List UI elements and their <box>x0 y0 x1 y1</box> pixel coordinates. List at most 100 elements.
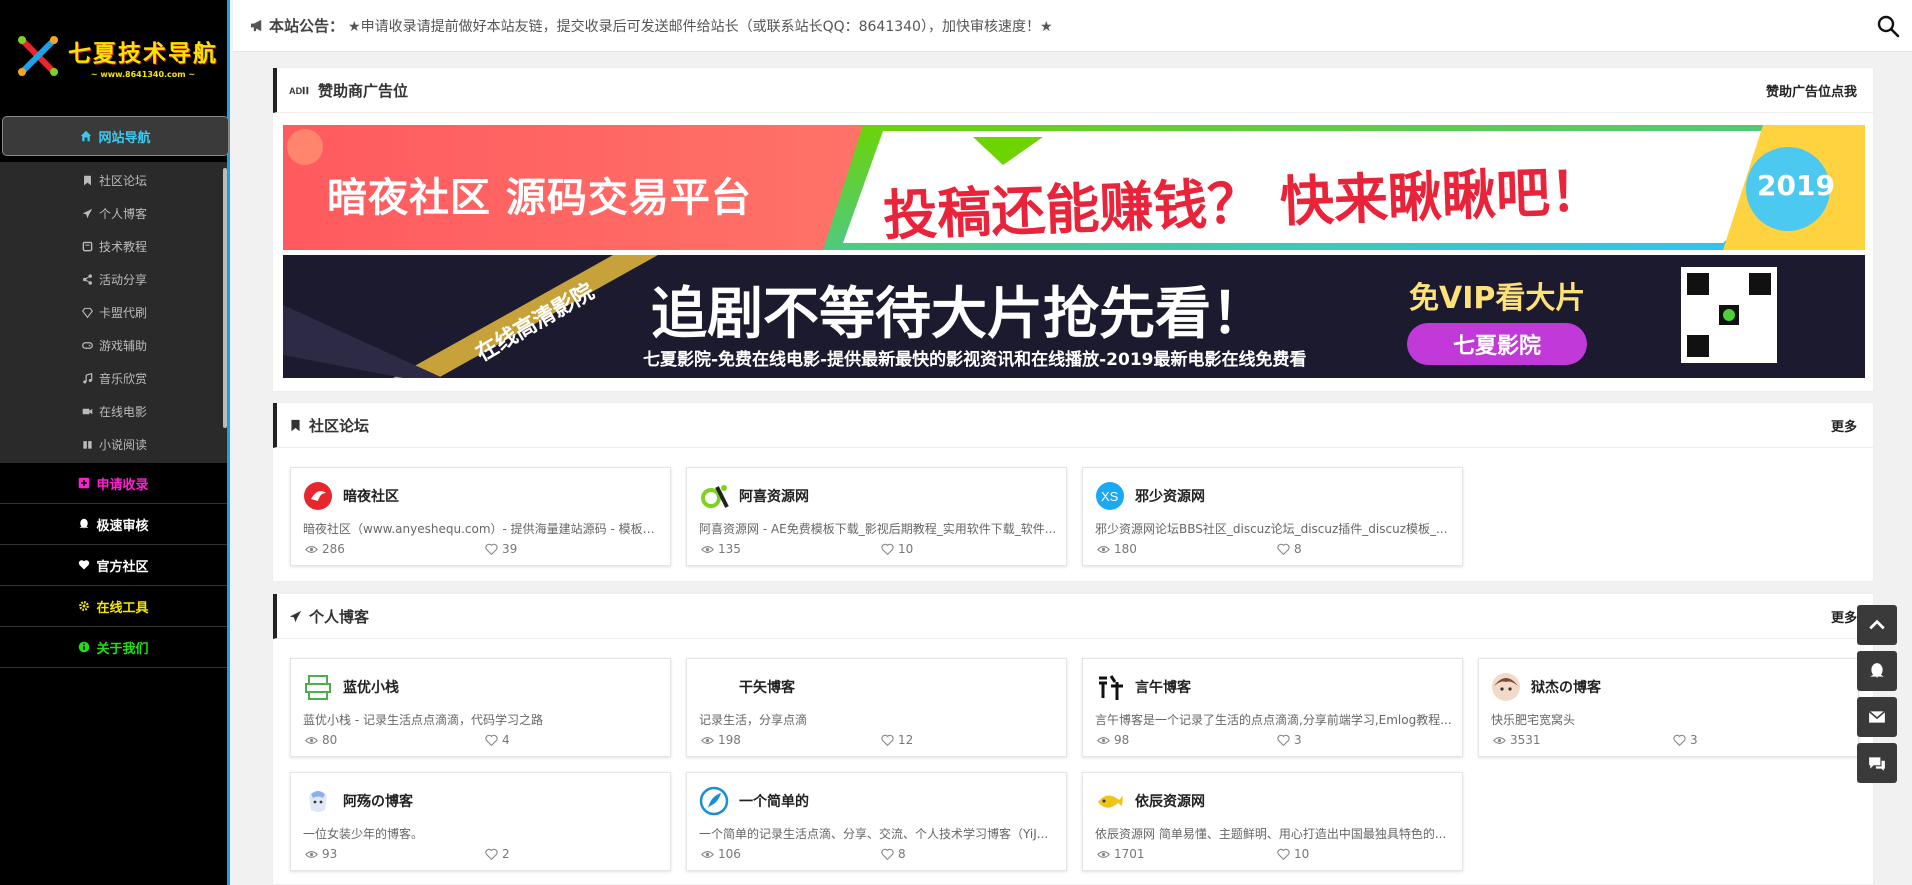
eye-icon <box>305 850 318 858</box>
heart-icon <box>79 560 90 570</box>
menu-about-us[interactable]: 关于我们 <box>0 627 227 668</box>
site-card[interactable]: 狱杰の博客 快乐肥宅宽窝头 3531 3 <box>1478 658 1859 757</box>
bookmark-icon <box>291 419 300 431</box>
notice-label: 本站公告： <box>269 17 345 35</box>
site-card[interactable]: 干矢博客 记录生活，分享点滴 198 12 <box>686 658 1067 757</box>
heart-icon <box>1277 734 1290 746</box>
card-title: 言午博客 <box>1135 680 1191 696</box>
menu-fast-review[interactable]: 极速审核 <box>0 504 227 545</box>
subnav-item-tutorials[interactable]: 技术教程 <box>0 230 227 263</box>
views-count: 98 <box>1114 733 1130 747</box>
card-title: 蓝优小栈 <box>343 680 399 696</box>
eye-icon <box>701 736 714 744</box>
ashang-avatar-icon <box>303 786 333 816</box>
subnav-item-share[interactable]: 活动分享 <box>0 263 227 296</box>
likes-count: 3 <box>1690 733 1698 747</box>
heart-icon <box>485 848 498 860</box>
banner2-button[interactable]: 七夏影院 <box>1407 323 1587 365</box>
email-button[interactable] <box>1857 697 1897 737</box>
eye-icon <box>305 545 318 553</box>
subnav-label: 个人博客 <box>99 207 148 221</box>
site-card[interactable]: 言午博客 言午博客是一个记录了生活的点点滴滴,分享前端学习,Emlog教程...… <box>1082 658 1463 757</box>
subnav-list: 社区论坛 个人博客 技术教程 活动分享 卡盟代刷 游戏辅助 音乐欣赏 在线电影 <box>0 162 227 463</box>
eye-icon <box>1097 736 1110 744</box>
likes-count: 12 <box>898 733 914 747</box>
chat-button[interactable] <box>1857 743 1897 783</box>
info-icon <box>79 641 90 653</box>
search-icon[interactable] <box>1876 14 1900 38</box>
heart-icon <box>1673 734 1686 746</box>
qq-contact-button[interactable] <box>1857 651 1897 691</box>
topbar: 本站公告： ★申请收录请提前做好本站友链，提交收录后可发送邮件给站长（或联系站长… <box>233 0 1912 52</box>
xieshao-logo-icon: XS <box>1095 481 1125 511</box>
mail-icon <box>1868 710 1886 723</box>
site-card[interactable]: 依辰资源网 依辰资源网 简单易懂、主题鲜明、用心打造出中国最独具特色的... 1… <box>1082 772 1463 871</box>
subnav-item-movie[interactable]: 在线电影 <box>0 395 227 428</box>
site-logo[interactable]: 七夏技术导航 ~ www.8641340.com ~ <box>0 0 227 112</box>
menu-label: 极速审核 <box>96 518 149 534</box>
back-to-top-button[interactable] <box>1857 605 1897 645</box>
notice-label-wrap: 本站公告： <box>250 15 344 36</box>
subnav-label: 游戏辅助 <box>99 339 148 353</box>
subnav-label: 活动分享 <box>99 273 148 287</box>
likes-count: 8 <box>1294 542 1302 556</box>
qq-icon <box>1870 663 1884 678</box>
yanwu-logo-icon <box>1095 672 1125 702</box>
site-card[interactable]: 蓝优小栈 蓝优小栈 - 记录生活点点滴滴，代码学习之路 80 4 <box>290 658 671 757</box>
site-card[interactable]: 一个简单的 一个简单的记录生活点滴、分享、交流、个人技术学习博客（YiJ... … <box>686 772 1067 871</box>
blog-panel: 个人博客 更多 蓝优小栈 蓝优小栈 - 记录生活点点滴滴，代码学习之路 80 4… <box>272 593 1874 885</box>
sponsor-title: 赞助商广告位 <box>318 81 409 100</box>
qq-icon <box>79 518 89 529</box>
eye-icon <box>305 736 318 744</box>
subnav-item-music[interactable]: 音乐欣赏 <box>0 362 227 395</box>
subnav-item-novel[interactable]: 小说阅读 <box>0 428 227 461</box>
site-card[interactable]: 阿殇の博客 一位女装少年的博客。 93 2 <box>290 772 671 871</box>
likes-count: 3 <box>1294 733 1302 747</box>
subnav-label: 卡盟代刷 <box>99 306 148 320</box>
menu-label: 在线工具 <box>96 600 149 616</box>
card-description: 记录生活，分享点滴 <box>699 713 808 727</box>
subnav-label: 小说阅读 <box>99 438 148 452</box>
nav-website-navigation[interactable]: 网站导航 <box>2 116 229 156</box>
site-card[interactable]: 阿喜资源网 阿喜资源网 - AE免费模板下载_影视后期教程_实用软件下载_软件.… <box>686 467 1067 566</box>
svg-text:AD: AD <box>289 86 303 96</box>
heart-icon <box>485 543 498 555</box>
site-card[interactable]: XS 邪少资源网 邪少资源网论坛BBS社区_discuz论坛_discuz插件_… <box>1082 467 1463 566</box>
forum-panel-header: 社区论坛 更多 <box>273 403 1873 448</box>
share-icon <box>83 274 92 285</box>
forum-more-link[interactable]: 更多 <box>1831 416 1857 435</box>
anye-logo-icon <box>303 481 333 511</box>
card-description: 一位女装少年的博客。 <box>303 827 424 841</box>
sidebar: 七夏技术导航 ~ www.8641340.com ~ 网站导航 社区论坛 个人博… <box>0 0 230 885</box>
plus-square-icon <box>79 477 90 489</box>
subnav-label: 音乐欣赏 <box>99 372 148 386</box>
blog-more-link[interactable]: 更多 <box>1831 607 1857 626</box>
chat-icon <box>1869 757 1885 771</box>
menu-online-tools[interactable]: 在线工具 <box>0 586 227 627</box>
arrow-up-icon <box>1869 619 1885 630</box>
sponsor-panel-header: AD 赞助商广告位 赞助广告位点我 <box>273 68 1873 113</box>
bookmark-icon <box>84 175 91 186</box>
views-count: 106 <box>718 847 741 861</box>
subnav-item-forum[interactable]: 社区论坛 <box>0 164 227 197</box>
heart-icon <box>485 734 498 746</box>
menu-label: 官方社区 <box>96 559 149 575</box>
banner1-left-text: 暗夜社区 源码交易平台 <box>327 175 752 221</box>
menu-official-community[interactable]: 官方社区 <box>0 545 227 586</box>
views-count: 93 <box>322 847 338 861</box>
subnav-item-game[interactable]: 游戏辅助 <box>0 329 227 362</box>
menu-apply-listing[interactable]: 申请收录 <box>0 463 227 504</box>
views-count: 180 <box>1114 542 1137 556</box>
banner2-caption: 七夏影院-免费在线电影-提供最新最快的影视资讯和在线播放-2019最新电影在线免… <box>643 350 1307 370</box>
site-card[interactable]: 暗夜社区 暗夜社区（www.anyeshequ.com）- 提供海量建站源码 -… <box>290 467 671 566</box>
banner2-headline: 追剧不等待大片抢先看！ <box>651 281 1267 347</box>
subnav-item-blog[interactable]: 个人博客 <box>0 197 227 230</box>
subnav-item-card[interactable]: 卡盟代刷 <box>0 296 227 329</box>
banner-anye[interactable]: 暗夜社区 源码交易平台 投稿还能赚钱？ 快来瞅瞅吧！ 2019 <box>283 125 1865 250</box>
sponsor-more-link[interactable]: 赞助广告位点我 <box>1766 81 1857 100</box>
ad-icon: AD <box>289 86 309 96</box>
music-icon <box>83 373 93 384</box>
banner-qixia-cinema[interactable]: 在线高清影院 追剧不等待大片抢先看！ 免VIP看大片 七夏影院-免费在线电影-提… <box>283 255 1865 378</box>
card-description: 暗夜社区（www.anyeshequ.com）- 提供海量建站源码 - 模板插件… <box>303 522 663 536</box>
sponsor-panel: AD 赞助商广告位 赞助广告位点我 暗夜社区 源码交易平台 投稿还能赚钱？ 快来… <box>272 67 1874 392</box>
